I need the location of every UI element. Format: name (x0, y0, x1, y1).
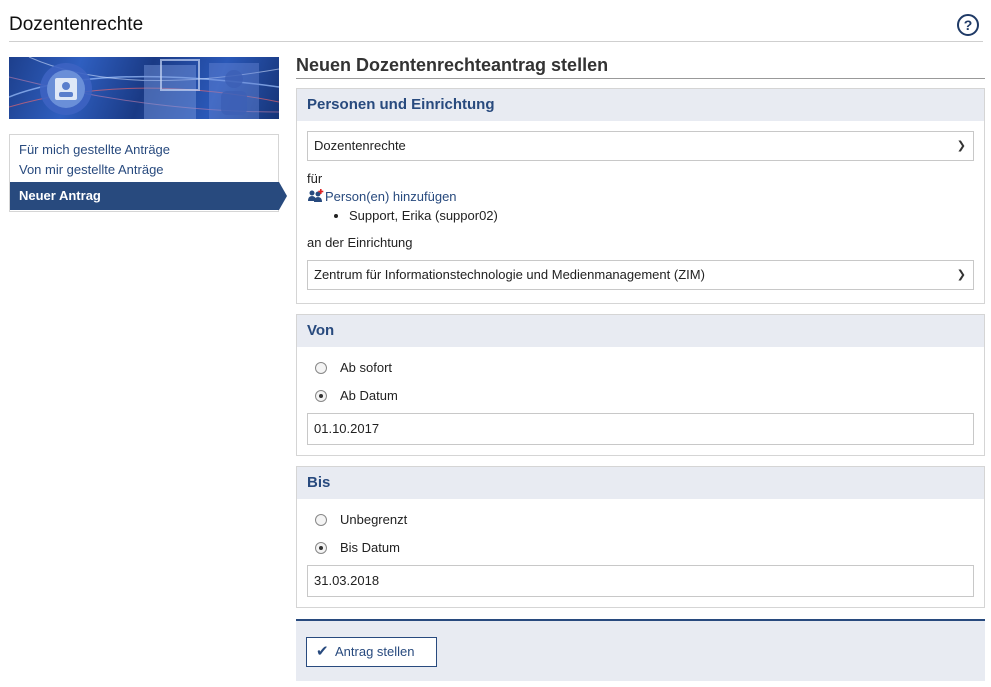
page-title: Dozentenrechte (9, 14, 144, 35)
bis-date-input[interactable]: 31.03.2018 (307, 565, 974, 597)
banner-image (9, 57, 279, 119)
von-ab-datum-option: Ab Datum (307, 382, 974, 410)
panel-bis: Bis Unbegrenzt Bis Datum 31.03.2018 (296, 466, 985, 608)
submit-button[interactable]: ✔ Antrag stellen (306, 637, 437, 667)
chevron-down-icon: ❯ (956, 140, 966, 152)
panel-von-heading: Von (297, 315, 984, 347)
von-ab-sofort-label: Ab sofort (340, 360, 393, 375)
bis-unbegrenzt-radio[interactable] (315, 514, 327, 526)
checkmark-icon: ✔ (316, 643, 329, 660)
panel-personen: Personen und Einrichtung Dozentenrechte … (296, 88, 985, 304)
form-footer: ✔ Antrag stellen (296, 619, 985, 681)
person-list: Support, Erika (suppor02) (349, 208, 974, 228)
sidenav-item-neuer-antrag[interactable]: Neuer Antrag (10, 182, 287, 210)
chevron-down-icon: ❯ (956, 269, 966, 281)
add-person-row: Person(en) hinzufügen (307, 189, 974, 207)
panel-von: Von Ab sofort Ab Datum 01.10.2017 (296, 314, 985, 456)
main-content: Neuen Dozentenrechteantrag stellen Perso… (296, 55, 985, 608)
submit-button-label: Antrag stellen (335, 644, 415, 659)
von-ab-datum-label: Ab Datum (340, 388, 398, 403)
bis-unbegrenzt-option: Unbegrenzt (307, 506, 974, 534)
add-persons-icon (307, 189, 325, 203)
rights-type-select[interactable]: Dozentenrechte ❯ (307, 131, 974, 161)
einrichtung-value: Zentrum für Informationstechnologie und … (314, 267, 705, 282)
sidenav-item-von-mir[interactable]: Von mir gestellte Anträge (10, 160, 278, 180)
rights-type-value: Dozentenrechte (314, 138, 406, 153)
main-title: Neuen Dozentenrechteantrag stellen (296, 55, 985, 79)
einrichtung-label: an der Einrichtung (307, 235, 413, 250)
einrichtung-select[interactable]: Zentrum für Informationstechnologie und … (307, 260, 974, 290)
side-navigation: Für mich gestellte Anträge Von mir geste… (9, 134, 287, 212)
von-date-input[interactable]: 01.10.2017 (307, 413, 974, 445)
fuer-label: für (307, 171, 323, 186)
bis-unbegrenzt-label: Unbegrenzt (340, 512, 408, 527)
bis-datum-option: Bis Datum (307, 534, 974, 562)
bis-datum-radio[interactable] (315, 542, 327, 554)
panel-bis-heading: Bis (297, 467, 984, 499)
von-ab-sofort-radio[interactable] (315, 362, 327, 374)
von-ab-datum-radio[interactable] (315, 390, 327, 402)
page-header: Dozentenrechte ? (9, 0, 983, 42)
sidenav-item-fuer-mich[interactable]: Für mich gestellte Anträge (10, 140, 278, 160)
panel-personen-heading: Personen und Einrichtung (297, 89, 984, 121)
add-person-link[interactable]: Person(en) hinzufügen (325, 189, 457, 204)
help-icon[interactable]: ? (957, 14, 979, 36)
person-list-item: Support, Erika (suppor02) (349, 208, 974, 223)
bis-datum-label: Bis Datum (340, 540, 400, 555)
von-ab-sofort-option: Ab sofort (307, 354, 974, 382)
